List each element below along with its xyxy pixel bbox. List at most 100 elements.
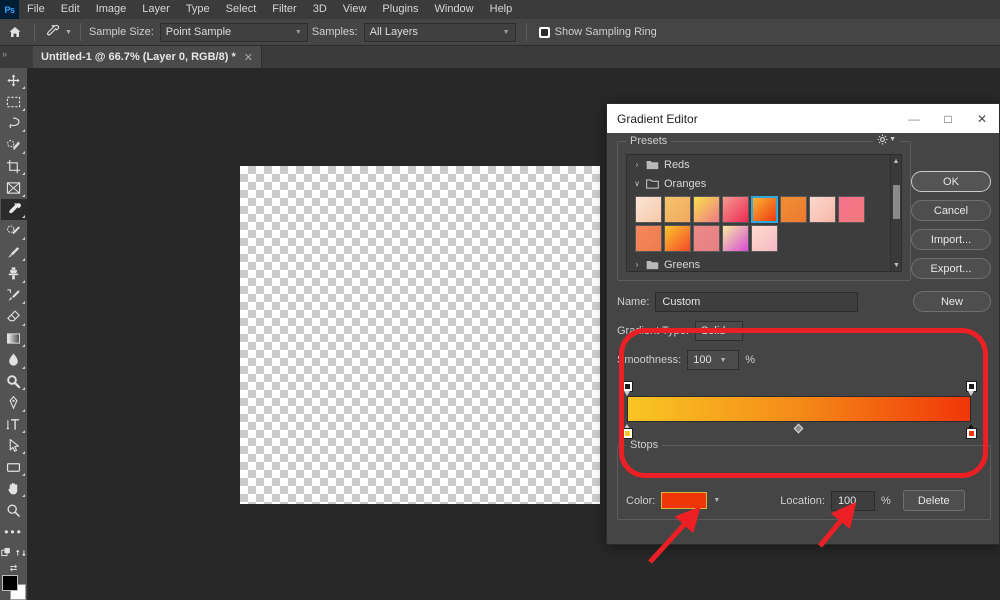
maximize-icon[interactable]: □ <box>931 104 965 133</box>
import-button[interactable]: Import... <box>911 229 991 250</box>
more-tools-button[interactable]: ••• <box>1 521 27 542</box>
menu-help[interactable]: Help <box>482 0 521 19</box>
chevron-down-icon[interactable]: ▼ <box>713 497 720 504</box>
preset-folder-reds[interactable]: › Reds <box>627 155 901 174</box>
gradient-type-select[interactable]: Solid ▼ <box>695 321 743 341</box>
brush-tool[interactable] <box>1 242 27 263</box>
tool-preset-chevron-icon[interactable]: ▼ <box>65 29 72 36</box>
color-chip[interactable] <box>661 492 707 509</box>
preset-folder-greens[interactable]: › Greens <box>627 255 901 272</box>
menu-filter[interactable]: Filter <box>264 0 304 19</box>
smoothness-unit: % <box>745 354 755 366</box>
gradient-name-input[interactable]: Custom <box>655 292 858 312</box>
move-tool[interactable] <box>1 70 27 91</box>
preset-swatch[interactable] <box>809 196 836 223</box>
chevron-down-icon: ▼ <box>889 136 896 143</box>
crop-tool[interactable] <box>1 156 27 177</box>
preset-swatch[interactable] <box>722 196 749 223</box>
eyedropper-icon[interactable] <box>39 21 65 43</box>
hand-tool[interactable] <box>1 478 27 499</box>
new-button[interactable]: New <box>913 291 991 312</box>
pen-tool[interactable] <box>1 392 27 413</box>
sample-size-label: Sample Size: <box>89 26 154 38</box>
ok-button[interactable]: OK <box>911 171 991 192</box>
chevron-down-icon: ∨ <box>633 179 641 188</box>
swap-colors-icon[interactable]: ⇄ <box>10 564 18 573</box>
zoom-tool[interactable] <box>1 499 27 520</box>
close-icon[interactable]: ✕ <box>965 104 999 133</box>
samples-select[interactable]: All Layers ▼ <box>364 23 516 42</box>
home-icon[interactable] <box>0 19 30 46</box>
rectangular-marquee-tool[interactable] <box>1 91 27 112</box>
lasso-tool[interactable] <box>1 113 27 134</box>
close-icon[interactable]: ✕ <box>244 51 253 64</box>
menu-3d[interactable]: 3D <box>305 0 335 19</box>
preset-swatch[interactable] <box>693 196 720 223</box>
preset-swatch[interactable] <box>664 196 691 223</box>
eyedropper-tool[interactable] <box>1 199 27 220</box>
object-selection-tool[interactable] <box>1 134 27 155</box>
color-stop-end[interactable] <box>966 424 977 440</box>
document-tab[interactable]: Untitled-1 @ 66.7% (Layer 0, RGB/8) * ✕ <box>33 46 262 68</box>
menu-view[interactable]: View <box>335 0 375 19</box>
type-tool[interactable] <box>1 414 27 435</box>
menu-image[interactable]: Image <box>88 0 135 19</box>
show-sampling-ring-checkbox[interactable]: Show Sampling Ring <box>539 26 657 38</box>
preset-swatch[interactable] <box>751 225 778 252</box>
color-swatches[interactable] <box>1 575 27 600</box>
frame-tool[interactable] <box>1 177 27 198</box>
preset-folder-oranges[interactable]: ∨ Oranges <box>627 174 901 193</box>
preset-swatch[interactable] <box>722 225 749 252</box>
menu-file[interactable]: File <box>19 0 53 19</box>
opacity-stop-end[interactable] <box>966 381 977 395</box>
gradient-midpoint-handle[interactable] <box>794 424 804 434</box>
toolbar-extras[interactable] <box>1 542 27 563</box>
presets-scrollbar[interactable]: ▲ ▼ <box>890 155 901 271</box>
preset-swatch[interactable] <box>635 225 662 252</box>
document-canvas[interactable] <box>240 166 600 504</box>
path-selection-tool[interactable] <box>1 435 27 456</box>
menu-edit[interactable]: Edit <box>53 0 88 19</box>
presets-tree[interactable]: › Reds ∨ Oranges › Greens <box>626 154 902 272</box>
delete-stop-button[interactable]: Delete <box>903 490 965 511</box>
opacity-stop-start[interactable] <box>622 381 633 395</box>
menu-window[interactable]: Window <box>427 0 482 19</box>
chevron-double-right-icon[interactable]: » <box>2 49 7 59</box>
preset-swatch[interactable] <box>664 225 691 252</box>
minimize-icon[interactable]: — <box>897 104 931 133</box>
photoshop-window: Ps File Edit Image Layer Type Select Fil… <box>0 0 1000 600</box>
scroll-down-icon[interactable]: ▼ <box>891 259 902 271</box>
clone-stamp-tool[interactable] <box>1 263 27 284</box>
rectangle-tool[interactable] <box>1 456 27 477</box>
stops-label: Stops <box>626 439 662 451</box>
sample-size-select[interactable]: Point Sample ▼ <box>160 23 308 42</box>
gradient-preview-bar[interactable] <box>627 396 971 422</box>
dodge-tool[interactable] <box>1 371 27 392</box>
menu-type[interactable]: Type <box>178 0 218 19</box>
smoothness-input[interactable]: 100 ▼ <box>687 350 739 370</box>
eraser-tool[interactable] <box>1 306 27 327</box>
preset-swatch[interactable] <box>693 225 720 252</box>
cancel-button[interactable]: Cancel <box>911 200 991 221</box>
preset-swatch[interactable] <box>751 196 778 223</box>
preset-swatch[interactable] <box>838 196 865 223</box>
preset-swatch[interactable] <box>635 196 662 223</box>
divider <box>526 23 527 41</box>
color-stop-start[interactable] <box>622 424 633 440</box>
menu-plugins[interactable]: Plugins <box>374 0 426 19</box>
foreground-color-swatch[interactable] <box>2 575 18 591</box>
healing-brush-tool[interactable] <box>1 220 27 241</box>
location-input[interactable]: 100 <box>831 491 875 511</box>
menu-select[interactable]: Select <box>218 0 265 19</box>
dialog-button-column: OK Cancel Import... Export... <box>911 171 991 279</box>
preset-swatch[interactable] <box>780 196 807 223</box>
blur-tool[interactable] <box>1 349 27 370</box>
export-button[interactable]: Export... <box>911 258 991 279</box>
dialog-title-bar[interactable]: Gradient Editor — □ ✕ <box>607 104 999 133</box>
gradient-tool[interactable] <box>1 328 27 349</box>
scroll-up-icon[interactable]: ▲ <box>891 155 901 167</box>
history-brush-tool[interactable] <box>1 285 27 306</box>
presets-gear-button[interactable]: ▼ <box>873 134 900 145</box>
menu-layer[interactable]: Layer <box>134 0 178 19</box>
scrollbar-thumb[interactable] <box>893 185 900 219</box>
